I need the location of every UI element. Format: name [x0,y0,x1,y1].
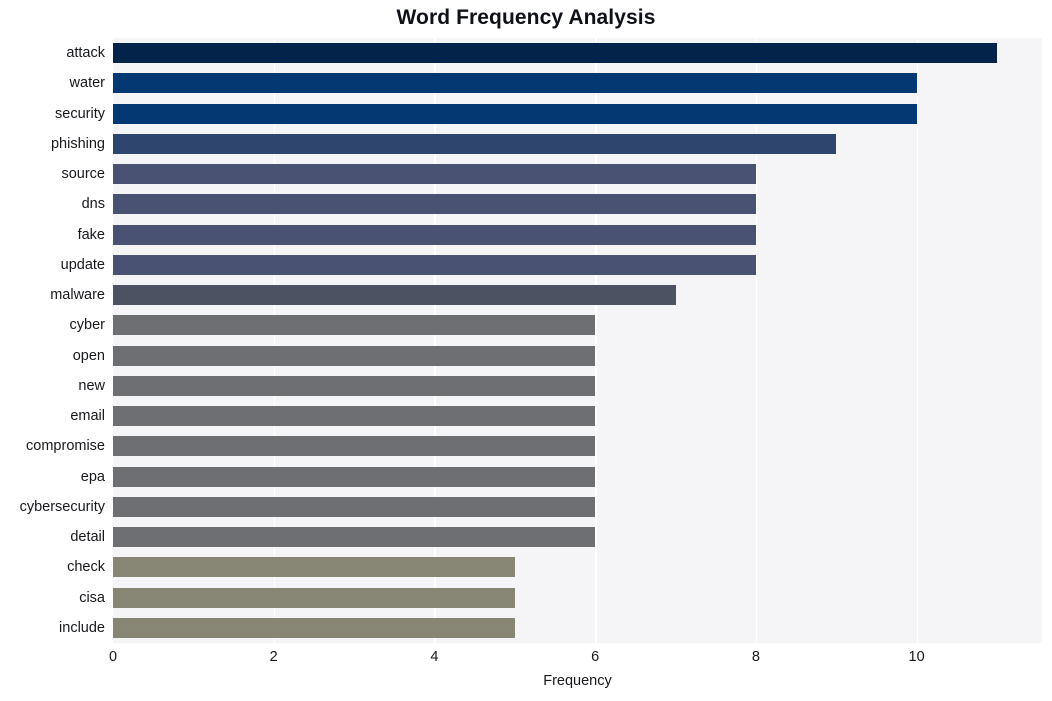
y-tick-label-new: new [78,377,105,394]
bar-row [113,68,1042,98]
y-tick-label-compromise: compromise [26,438,105,455]
bar-row [113,280,1042,310]
bar-row [113,310,1042,340]
y-tick-label-malware: malware [50,287,105,303]
bar-row [113,401,1042,431]
bar-source[interactable] [113,164,756,185]
y-tick-label-phishing: phishing [50,135,105,152]
y-tick-label-security: security [55,105,105,122]
plot-area [113,38,1042,643]
y-tick-label-dns: dns [81,196,105,213]
bar-update[interactable] [113,254,756,275]
bar-fake[interactable] [113,224,756,245]
bar-row [113,492,1042,522]
bar-row [113,431,1042,461]
chart-figure: Word Frequency Analysis attack water secur… [0,0,1052,701]
bar-row [113,38,1042,68]
y-tick-label-detail: detail [70,529,105,545]
y-axis-tick-labels: attack water security phishing source dns fake… [0,38,113,643]
bar-attack[interactable] [113,43,997,64]
bar-row [113,189,1042,219]
bar-detail[interactable] [113,527,596,548]
y-tick-label-cybersecurity: cybersecurity [19,498,105,515]
y-tick-label-source: source [61,166,105,182]
bar-row [113,250,1042,280]
bar-epa[interactable] [113,466,596,487]
y-tick-label-include: include [59,619,105,636]
bar-dns[interactable] [113,194,756,215]
y-tick-label-epa: epa [80,468,105,485]
bar-row [113,159,1042,189]
x-tick-label-10: 10 [908,649,925,665]
y-tick-label-attack: attack [66,45,105,61]
y-tick-label-check: check [67,559,105,576]
y-tick-label-water: water [69,75,105,92]
bar-row [113,462,1042,492]
x-tick-label-8: 8 [751,649,760,665]
x-tick-label-6: 6 [591,649,600,665]
bar-email[interactable] [113,406,596,427]
bar-compromise[interactable] [113,436,596,457]
bar-open[interactable] [113,345,596,366]
bar-cyber[interactable] [113,315,596,336]
bars-layer [113,38,1042,643]
y-tick-label-fake: fake [77,226,105,243]
y-tick-label-open: open [72,347,105,364]
x-tick-label-0: 0 [108,649,118,665]
bar-water[interactable] [113,73,917,94]
bar-include[interactable] [113,617,515,638]
y-tick-label-update: update [60,256,105,273]
x-tick-label-2: 2 [269,649,278,665]
bar-new[interactable] [113,375,596,396]
bar-check[interactable] [113,557,515,578]
x-tick-label-4: 4 [430,649,439,665]
x-axis-title: Frequency [543,673,612,689]
bar-row [113,341,1042,371]
bar-row [113,220,1042,250]
bar-row [113,99,1042,129]
bar-row [113,613,1042,643]
bar-malware[interactable] [113,285,676,306]
x-axis-tick-labels: 0 2 4 6 8 10 [109,643,1042,673]
chart-title: Word Frequency Analysis [396,6,656,29]
bar-row [113,371,1042,401]
bar-phishing[interactable] [113,133,837,154]
bar-row [113,522,1042,552]
y-tick-label-email: email [70,408,105,424]
bar-cybersecurity[interactable] [113,496,596,517]
bar-row [113,583,1042,613]
y-tick-label-cyber: cyber [69,317,105,334]
bar-cisa[interactable] [113,587,515,608]
bar-row [113,129,1042,159]
bar-row [113,552,1042,582]
y-tick-label-cisa: cisa [79,589,105,606]
bar-security[interactable] [113,103,917,124]
